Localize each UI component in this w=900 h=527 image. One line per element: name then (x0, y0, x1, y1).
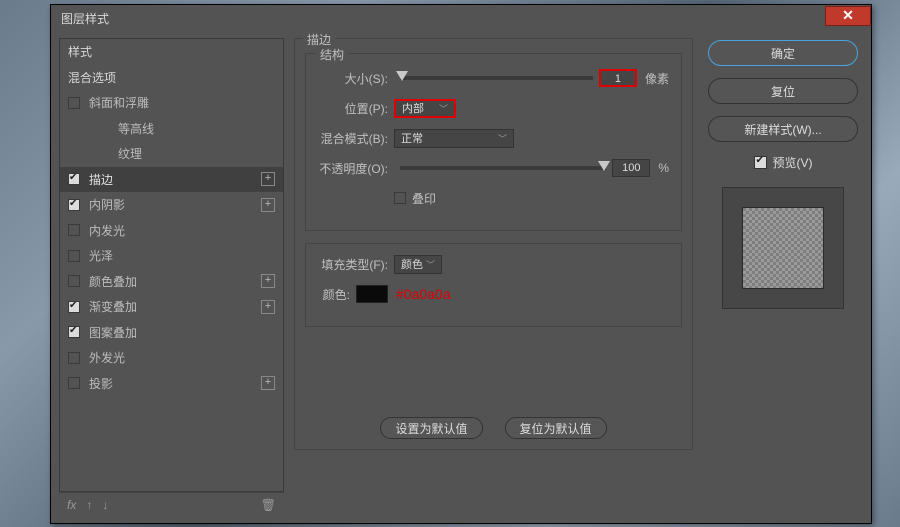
style-checkbox[interactable] (68, 173, 80, 185)
chevron-down-icon: ﹀ (498, 132, 507, 145)
structure-group-title: 结构 (316, 46, 348, 63)
settings-panel: 描边 结构 大小(S): 1 像素 位置(P): 内部﹀ (294, 38, 693, 516)
style-label: 描边 (89, 171, 113, 188)
preview-box (722, 187, 844, 309)
style-checkbox[interactable] (68, 224, 80, 236)
add-effect-icon[interactable]: + (261, 376, 275, 390)
style-checkbox[interactable] (68, 326, 80, 338)
add-effect-icon[interactable]: + (261, 172, 275, 186)
blendmode-select[interactable]: 正常﹀ (394, 129, 514, 148)
style-label: 渐变叠加 (89, 298, 137, 315)
styles-heading[interactable]: 样式 (60, 39, 283, 65)
style-checkbox[interactable] (68, 199, 80, 211)
style-label: 颜色叠加 (89, 273, 137, 290)
style-label: 纹理 (118, 145, 142, 162)
style-checkbox[interactable] (68, 275, 80, 287)
ok-button[interactable]: 确定 (708, 40, 858, 66)
style-checkbox[interactable] (68, 97, 80, 109)
blendmode-label: 混合模式(B): (318, 130, 394, 147)
styles-panel: 样式 混合选项 斜面和浮雕等高线纹理描边 + 内阴影 + 内发光光泽颜色叠加 + 渐变叠加 +… (59, 38, 284, 516)
style-checkbox (88, 122, 109, 134)
set-default-button[interactable]: 设置为默认值 (380, 417, 482, 439)
style-item-描边[interactable]: 描边 + (60, 167, 283, 193)
style-item-外发光[interactable]: 外发光 (60, 345, 283, 371)
fx-button[interactable]: fx (67, 498, 76, 512)
layer-style-dialog: 图层样式 ✕ 样式 混合选项 斜面和浮雕等高线纹理描边 + 内阴影 + 内发光光泽颜色叠… (50, 4, 872, 524)
color-label: 颜色: (318, 286, 356, 303)
titlebar[interactable]: 图层样式 ✕ (51, 5, 871, 32)
style-item-渐变叠加[interactable]: 渐变叠加 + (60, 294, 283, 320)
style-checkbox[interactable] (68, 352, 80, 364)
style-label: 外发光 (89, 349, 125, 366)
new-style-button[interactable]: 新建样式(W)... (708, 116, 858, 142)
style-item-图案叠加[interactable]: 图案叠加 (60, 320, 283, 346)
style-label: 图案叠加 (89, 324, 137, 341)
style-item-内发光[interactable]: 内发光 (60, 218, 283, 244)
close-button[interactable]: ✕ (825, 6, 871, 26)
style-checkbox (88, 148, 109, 160)
style-label: 内发光 (89, 222, 125, 239)
chevron-down-icon: ﹀ (439, 102, 448, 115)
preview-label: 预览(V) (773, 154, 813, 171)
style-label: 光泽 (89, 247, 113, 264)
size-slider[interactable] (400, 76, 593, 80)
size-input[interactable]: 1 (599, 69, 637, 87)
opacity-label: 不透明度(O): (318, 160, 394, 177)
chevron-down-icon: ﹀ (426, 258, 435, 271)
style-label: 内阴影 (89, 196, 125, 213)
opacity-unit: % (658, 161, 669, 175)
preview-toggle[interactable]: 预览(V) (754, 154, 813, 171)
opacity-slider[interactable] (400, 166, 606, 170)
add-effect-icon[interactable]: + (261, 300, 275, 314)
arrow-down-icon[interactable]: ↓ (102, 498, 108, 512)
style-label: 投影 (89, 375, 113, 392)
overprint-checkbox[interactable] (394, 192, 406, 204)
color-annotation: #0a0a0a (396, 286, 451, 302)
style-label: 等高线 (118, 120, 154, 137)
color-swatch[interactable] (356, 285, 388, 303)
position-select[interactable]: 内部﹀ (394, 99, 456, 118)
trash-icon[interactable]: 🗑 (261, 498, 276, 512)
cancel-button[interactable]: 复位 (708, 78, 858, 104)
style-item-内阴影[interactable]: 内阴影 + (60, 192, 283, 218)
filltype-label: 填充类型(F): (318, 256, 394, 273)
style-item-颜色叠加[interactable]: 颜色叠加 + (60, 269, 283, 295)
blending-options-heading[interactable]: 混合选项 (60, 65, 283, 91)
close-icon: ✕ (842, 7, 854, 24)
opacity-input[interactable]: 100 (612, 159, 650, 177)
window-title: 图层样式 (51, 10, 825, 27)
reset-default-button[interactable]: 复位为默认值 (505, 417, 607, 439)
style-item-纹理[interactable]: 纹理 (60, 141, 283, 167)
preview-swatch (742, 207, 824, 289)
style-checkbox[interactable] (68, 301, 80, 313)
position-label: 位置(P): (318, 100, 394, 117)
style-label: 斜面和浮雕 (89, 94, 149, 111)
arrow-up-icon[interactable]: ↑ (86, 498, 92, 512)
style-item-投影[interactable]: 投影 + (60, 371, 283, 397)
action-panel: 确定 复位 新建样式(W)... 预览(V) (703, 38, 863, 516)
add-effect-icon[interactable]: + (261, 198, 275, 212)
style-item-光泽[interactable]: 光泽 (60, 243, 283, 269)
filltype-select[interactable]: 颜色﹀ (394, 255, 442, 274)
add-effect-icon[interactable]: + (261, 274, 275, 288)
size-label: 大小(S): (318, 70, 394, 87)
overprint-label: 叠印 (412, 190, 436, 207)
preview-checkbox[interactable] (754, 156, 767, 169)
style-checkbox[interactable] (68, 377, 80, 389)
style-checkbox[interactable] (68, 250, 80, 262)
size-unit: 像素 (645, 70, 669, 87)
style-item-斜面和浮雕[interactable]: 斜面和浮雕 (60, 90, 283, 116)
styles-footer: fx ↑ ↓ 🗑 (59, 492, 284, 516)
style-item-等高线[interactable]: 等高线 (60, 116, 283, 142)
